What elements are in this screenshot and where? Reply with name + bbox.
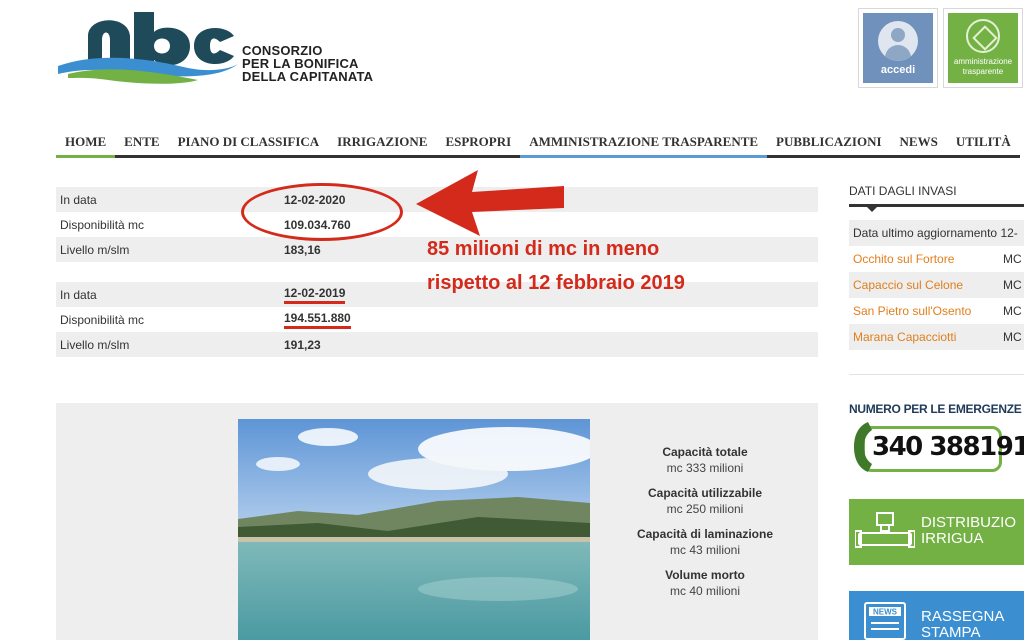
phone-icon <box>854 422 872 472</box>
italian-emblem-icon <box>966 19 1000 53</box>
capacity-list: Capacità totale mc 333 milioni Capacità … <box>620 444 790 608</box>
newspaper-icon: NEWS <box>864 602 906 640</box>
invaso-link-san-pietro[interactable]: San Pietro sull'Osento <box>849 304 1003 318</box>
invasi-table: Data ultimo aggiornamento 12- Occhito su… <box>849 220 1024 350</box>
update-label: Data ultimo aggiornamento <box>853 226 998 240</box>
red-arrow-icon <box>416 170 564 236</box>
divider <box>849 374 1024 375</box>
invaso-row: Marana Capacciotti MC <box>849 324 1024 350</box>
level-label: Livello m/slm <box>60 242 130 257</box>
nav-irrigazione[interactable]: IRRIGAZIONE <box>328 128 437 158</box>
amministrazione-trasparente-button[interactable]: amministrazione trasparente <box>943 8 1023 88</box>
list-item: Capacità utilizzabile mc 250 milioni <box>647 486 763 516</box>
nav-home[interactable]: HOME <box>56 128 116 158</box>
nav-ente[interactable]: ENTE <box>115 128 169 158</box>
nav-pubblicazioni[interactable]: PUBBLICAZIONI <box>767 128 891 158</box>
invaso-row: San Pietro sull'Osento MC <box>849 298 1024 324</box>
level-label: Livello m/slm <box>60 337 130 352</box>
invaso-link-capaccio[interactable]: Capaccio sul Celone <box>849 278 1003 292</box>
availability-value: 194.551.880 <box>284 311 351 329</box>
nav-piano-di-classifica[interactable]: PIANO DI CLASSIFICA <box>168 128 329 158</box>
date-value: 12-02-2019 <box>284 286 346 304</box>
sidebar-title: DATI DAGLI INVASI <box>849 184 957 198</box>
nav-news[interactable]: NEWS <box>890 128 947 158</box>
cbc-logo-mark <box>58 12 238 84</box>
distribuzione-irrigua-banner[interactable]: DISTRIBUZIO IRRIGUA <box>849 499 1024 565</box>
availability-label: Disponibilità mc <box>60 312 145 327</box>
banner-irrigua-label: DISTRIBUZIO IRRIGUA <box>921 514 1017 547</box>
brand-name: CONSORZIO PER LA BONIFICA DELLA CAPITANA… <box>242 43 374 84</box>
level-value: 191,23 <box>284 337 321 352</box>
highlight-circle <box>241 183 403 241</box>
list-item: Capacità totale mc 333 milioni <box>662 445 748 475</box>
rassegna-stampa-banner[interactable]: NEWS RASSEGNA STAMPA <box>849 591 1024 640</box>
emergency-number: 340 3881919 <box>872 432 1024 462</box>
level-value: 183,16 <box>284 242 321 257</box>
invaso-link-marana[interactable]: Marana Capacciotti <box>849 330 1003 344</box>
table-row: Livello m/slm 191,23 <box>56 332 818 357</box>
comparison-annotation: 85 milioni di mc in meno rispetto al 12 … <box>427 238 685 294</box>
pipe-icon <box>855 512 915 548</box>
nav-espropri[interactable]: ESPROPRI <box>436 128 521 158</box>
emergency-title: NUMERO PER LE EMERGENZE <box>849 402 1022 416</box>
table-row: Disponibilità mc 194.551.880 <box>56 307 818 332</box>
update-row: Data ultimo aggiornamento 12- <box>849 220 1024 246</box>
update-value: 12- <box>1000 226 1018 240</box>
invaso-row: Capaccio sul Celone MC <box>849 272 1024 298</box>
invaso-link-occhito[interactable]: Occhito sul Fortore <box>849 252 1003 266</box>
trasparente-label: amministrazione trasparente <box>953 57 1013 76</box>
nav-utilita[interactable]: UTILITÀ <box>946 128 1020 158</box>
list-item: Capacità di laminazione mc 43 milioni <box>636 527 774 557</box>
list-item: Volume morto mc 40 milioni <box>665 568 745 598</box>
invaso-row: Occhito sul Fortore MC <box>849 246 1024 272</box>
nav-amministrazione-trasparente[interactable]: AMMINISTRAZIONE TRASPARENTE <box>520 128 768 158</box>
banner-stampa-label: RASSEGNA STAMPA <box>921 608 1005 640</box>
accedi-label: accedi <box>880 64 916 76</box>
main-nav: HOME ENTE PIANO DI CLASSIFICA IRRIGAZION… <box>56 128 1024 158</box>
site-logo[interactable]: CONSORZIO PER LA BONIFICA DELLA CAPITANA… <box>58 6 388 90</box>
reservoir-photo <box>238 419 590 640</box>
newspaper-news-label: NEWS <box>873 608 898 617</box>
accedi-button[interactable]: accedi <box>858 8 938 88</box>
emergency-phone[interactable]: 340 3881919 <box>852 418 1024 474</box>
divider-notch <box>866 206 878 212</box>
user-icon <box>878 21 918 61</box>
date-label: In data <box>60 287 97 302</box>
